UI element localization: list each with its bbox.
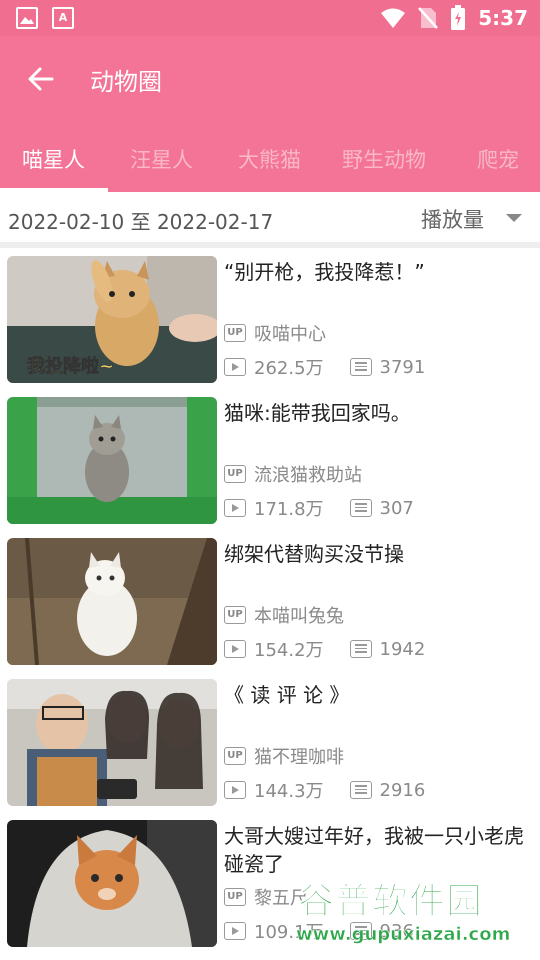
stats-row: 262.5万 3791 [224,354,425,380]
video-title[interactable]: 大哥大嫂过年好，我被一只小老虎碰瓷了 [224,822,534,878]
sort-dropdown[interactable]: 播放量 [421,204,484,234]
uploader-row: UP 吸喵中心 [224,320,326,346]
list-item[interactable]: 绑架代替购买没节操 UP 本喵叫兔兔 154.2万 1942 [0,530,540,671]
app-bar: 动物圈 喵星人 汪星人 大熊猫 野生动物 爬宠 [0,36,540,192]
danmaku-icon [349,499,372,517]
a-icon: A [52,7,74,29]
play-count-icon [224,358,246,376]
uploader-name[interactable]: 猫不理咖啡 [254,743,344,769]
play-count-icon [224,640,246,658]
play-count-icon [224,499,246,517]
play-count: 262.5万 [254,358,324,379]
video-thumbnail[interactable]: 我投降啦~ [7,256,217,383]
triangle-down-icon[interactable] [506,214,522,222]
video-thumbnail[interactable] [7,397,217,524]
danmaku-icon [349,640,372,658]
stats-row: 171.8万 307 [224,495,414,521]
up-badge-icon: UP [224,606,246,624]
tab-cats[interactable]: 喵星人 [22,144,85,174]
stats-row: 144.3万 2916 [224,777,425,803]
danmaku-icon [349,781,372,799]
play-count: 144.3万 [254,781,324,802]
up-badge-icon: UP [224,465,246,483]
play-count-icon [224,781,246,799]
wifi-icon [381,8,406,28]
uploader-row: UP 猫不理咖啡 [224,743,344,769]
tab-reptiles[interactable]: 爬宠 [477,144,519,174]
uploader-name[interactable]: 本喵叫兔兔 [254,602,344,628]
danmaku-count: 2916 [379,779,426,801]
date-range[interactable]: 2022-02-10 至 2022-02-17 [8,206,273,235]
watermark-brand: 谷普软件园 [297,881,484,923]
thumb-caption: 我投降啦~ [27,355,114,377]
watermark-url: www.gupuxiazai.com [296,924,511,946]
page-title: 动物圈 [90,68,162,96]
video-title[interactable]: 绑架代替购买没节操 [224,540,534,568]
video-title[interactable]: “别开枪，我投降惹！” [224,258,534,286]
list-item[interactable]: 我投降啦~ “别开枪，我投降惹！” UP 吸喵中心 262.5万 3791 [0,248,540,389]
tab-wildlife[interactable]: 野生动物 [342,144,426,174]
danmaku-count: 307 [379,497,414,519]
video-thumbnail[interactable] [7,538,217,665]
tab-pandas[interactable]: 大熊猫 [238,144,301,174]
no-sim-icon [418,7,439,29]
filter-bar: 2022-02-10 至 2022-02-17 播放量 [0,192,540,242]
play-count: 154.2万 [254,640,324,661]
uploader-row: UP 本喵叫兔兔 [224,602,344,628]
play-count-icon [224,922,246,940]
clock: 5:37 [478,6,528,30]
back-button[interactable] [26,64,58,96]
status-bar: A 5:37 [0,0,540,36]
uploader-name[interactable]: 流浪猫救助站 [254,461,362,487]
stats-row: 154.2万 1942 [224,636,425,662]
video-thumbnail[interactable] [7,820,217,947]
tab-dogs[interactable]: 汪星人 [130,144,193,174]
list-item[interactable]: 猫咪:能带我回家吗。 UP 流浪猫救助站 171.8万 307 [0,389,540,530]
battery-icon [451,5,466,30]
tab-bar: 喵星人 汪星人 大熊猫 野生动物 爬宠 [0,136,540,192]
up-badge-icon: UP [224,888,246,906]
danmaku-count: 3791 [379,356,426,378]
play-count: 171.8万 [254,499,324,520]
video-title[interactable]: 《 读 评 论 》 [224,681,534,709]
up-badge-icon: UP [224,324,246,342]
danmaku-count: 1942 [379,638,426,660]
list-item[interactable]: 《 读 评 论 》 UP 猫不理咖啡 144.3万 2916 [0,671,540,812]
up-badge-icon: UP [224,747,246,765]
uploader-row: UP 流浪猫救助站 [224,461,362,487]
video-title[interactable]: 猫咪:能带我回家吗。 [224,399,534,427]
image-icon [16,7,38,29]
arrow-left-icon [28,67,54,91]
video-thumbnail[interactable] [7,679,217,806]
danmaku-icon [349,358,372,376]
watermark: 谷普软件园 www.gupuxiazai.com [294,872,540,958]
uploader-name[interactable]: 吸喵中心 [254,320,326,346]
